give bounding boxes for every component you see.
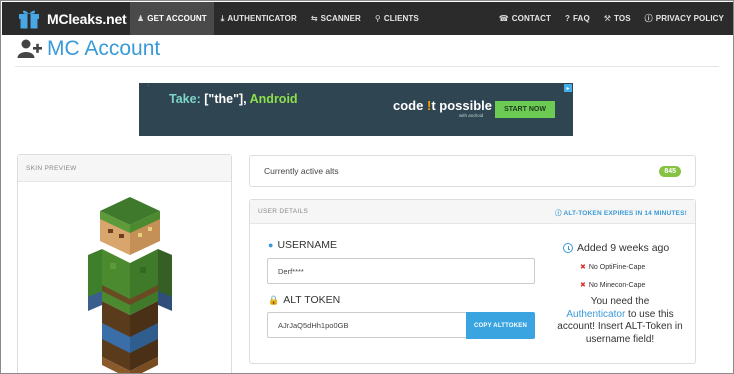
no-minecon-cape: ✖ No Minecon-Cape (580, 281, 646, 290)
copy-alttoken-button[interactable]: COPY ALTTOKEN (466, 312, 535, 339)
ad-choices-icon[interactable]: ▸ (564, 84, 572, 92)
ad-marker-icon: ‘ (148, 85, 150, 91)
no-minecon-text: No Minecon-Cape (588, 281, 646, 289)
ad-slogan: code !t possible (393, 98, 492, 113)
user-plus-icon (17, 39, 43, 59)
nav-label: AUTHENTICATOR (227, 14, 297, 23)
ad-bracket-close: "], (233, 92, 247, 106)
authenticator-notice: You need the Authenticator to use this a… (550, 296, 690, 346)
alt-token-field[interactable]: AJrJaQ5dHh1po0GB (267, 312, 467, 338)
active-alts-panel: Currently active alts 845 (249, 155, 696, 187)
username-label-text: USERNAME (277, 239, 337, 251)
brand-name: MCleaks.net (47, 10, 127, 27)
x-icon: ✖ (580, 282, 586, 289)
username-label: ● USERNAME (268, 239, 337, 251)
nav-clients[interactable]: ⚲ CLIENTS (368, 2, 426, 35)
phone-icon: ☎ (498, 14, 509, 23)
nav-scanner[interactable]: ⇆ SCANNER (304, 2, 368, 35)
ad-android-text: Android (249, 92, 298, 106)
sitemap-icon: ⚲ (374, 14, 381, 23)
ad-headline: Take: ["the"], Android (169, 92, 298, 106)
user-details-heading: USER DETAILS (258, 208, 309, 215)
nav-label: PRIVACY POLICY (655, 14, 724, 23)
ad-the-text: the (214, 92, 234, 106)
token-expiry-text: ALT-TOKEN EXPIRES IN 14 MINUTES! (563, 209, 687, 217)
browser-viewport: MCleaks.net ♟ GET ACCOUNT ⤓ AUTHENTICATO… (0, 0, 734, 374)
nav-label: FAQ (573, 14, 590, 23)
user-details-header: USER DETAILS ⓘ ALT-TOKEN EXPIRES IN 14 M… (250, 200, 695, 224)
download-icon: ⤓ (220, 13, 225, 23)
nav-authenticator[interactable]: ⤓ AUTHENTICATOR (214, 2, 304, 35)
ad-bracket-open: [" (204, 92, 215, 106)
nav-label: SCANNER (320, 14, 361, 23)
page-title-text: MC Account (47, 37, 161, 60)
page-title: MC Account (17, 37, 160, 61)
skin-preview-panel: SKIN PREVIEW (17, 154, 232, 373)
nav-contact[interactable]: ☎ CONTACT (492, 2, 558, 35)
gavel-icon: ⚒ (603, 14, 612, 23)
nav-label: CONTACT (511, 14, 552, 23)
added-time-text: Added 9 weeks ago (577, 242, 670, 254)
top-navbar: MCleaks.net ♟ GET ACCOUNT ⤓ AUTHENTICATO… (2, 2, 733, 35)
lock-icon: 🔒 (268, 294, 280, 305)
gift-icon (17, 8, 41, 30)
title-divider (15, 66, 719, 67)
nav-label: CLIENTS (383, 14, 419, 23)
ad-start-now-button[interactable]: START NOW (495, 101, 555, 118)
nav-privacy-policy[interactable]: ⓘ PRIVACY POLICY (638, 2, 731, 35)
nav-right-group: ☎ CONTACT ? FAQ ⚒ TOS ⓘ PRIVACY POLICY (492, 2, 733, 35)
exchange-icon: ⇆ (310, 14, 318, 23)
username-field[interactable]: Derf**** (267, 258, 535, 284)
token-expiry-notice: ⓘ ALT-TOKEN EXPIRES IN 14 MINUTES! (555, 207, 687, 217)
nav-faq[interactable]: ? FAQ (558, 2, 597, 35)
no-optifine-text: No OptiFine-Cape (588, 263, 646, 271)
authenticator-link[interactable]: Authenticator (566, 309, 625, 320)
user-plus-icon: ♟ (137, 14, 145, 23)
active-alts-label: Currently active alts (264, 166, 339, 176)
nav-tos[interactable]: ⚒ TOS (597, 2, 638, 35)
question-icon: ? (565, 14, 571, 23)
clock-icon (563, 243, 573, 253)
skin-preview-heading: SKIN PREVIEW (18, 155, 231, 182)
nav-label: TOS (614, 14, 631, 23)
added-time: Added 9 weeks ago (563, 242, 669, 254)
skin-render-image (88, 197, 172, 373)
no-optifine-cape: ✖ No OptiFine-Cape (580, 263, 646, 272)
ad-banner[interactable]: ‘ Take: ["the"], Android code !t possibl… (139, 83, 573, 136)
active-alts-count-badge: 845 (659, 165, 681, 177)
x-icon: ✖ (580, 264, 586, 271)
nav-get-account[interactable]: ♟ GET ACCOUNT (130, 2, 214, 35)
ad-code-text: code (393, 98, 427, 113)
alt-token-label-text: ALT TOKEN (283, 294, 341, 306)
brand-link[interactable]: MCleaks.net (2, 2, 130, 35)
alt-token-label: 🔒 ALT TOKEN (268, 294, 340, 306)
nav-label: GET ACCOUNT (147, 14, 207, 23)
ad-possible-text: t possible (431, 98, 492, 113)
user-icon: ● (268, 240, 274, 250)
info-circle-icon: ⓘ (644, 14, 653, 23)
user-details-panel: USER DETAILS ⓘ ALT-TOKEN EXPIRES IN 14 M… (249, 199, 696, 364)
ad-with-android: with android (459, 113, 484, 118)
notice-text-pre: You need the (590, 296, 650, 307)
ad-take-text: Take: (169, 92, 201, 106)
